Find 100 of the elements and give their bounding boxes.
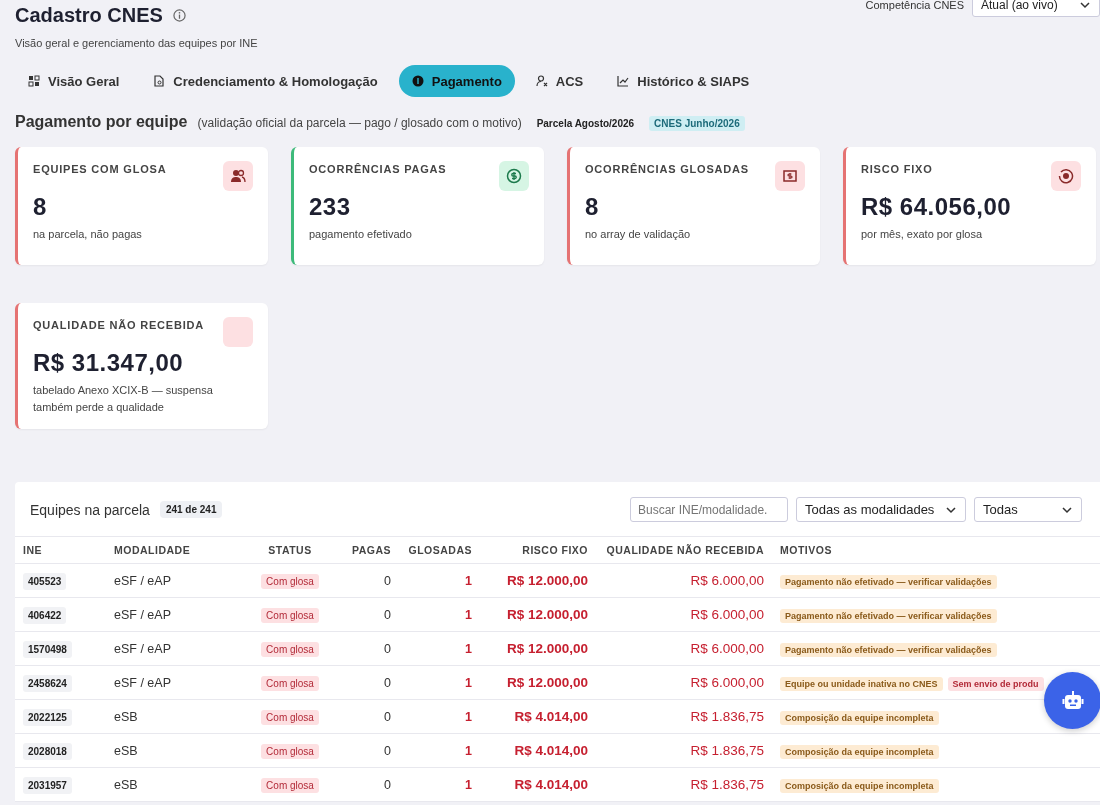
table-cell: eSF / eAP (106, 563, 242, 598)
period-badge: CNES Junho/2026 (649, 116, 745, 131)
page-title: Cadastro CNES (15, 4, 163, 27)
reason-tag: Pagamento não efetivado — verificar validações (780, 608, 997, 623)
status-tag: Com glosa (261, 607, 319, 623)
filter-select[interactable]: Todas (974, 497, 1082, 522)
table-cell: R$ 6.000,00 (596, 665, 772, 700)
table-cell: 0 (338, 563, 399, 598)
reason-tag: Pagamento não efetivado — verificar validações (780, 642, 997, 657)
table-cell: R$ 1.836,75 (596, 767, 772, 802)
table-cell: 1 (399, 563, 480, 598)
column-header: MODALIDADE (106, 537, 242, 564)
table-cell: eSF / eAP (106, 665, 242, 700)
grid-icon (28, 75, 40, 87)
card-label: RISCO FIXO (861, 163, 933, 175)
tab[interactable]: Credenciamento & Homologação (140, 65, 391, 97)
table-cell: 0 (338, 597, 399, 632)
table-cell: 0 (338, 665, 399, 700)
status-tag: Com glosa (261, 641, 319, 657)
table-cell: R$ 12.000,00 (480, 563, 596, 598)
document-icon (153, 75, 166, 87)
card-label: OCORRÊNCIAS PAGAS (309, 163, 447, 175)
line-chart-icon (617, 75, 630, 87)
column-header: QUALIDADE NÃO RECEBIDA (596, 537, 772, 564)
ine-code: 2028018 (23, 742, 72, 760)
reason-tag: Composição da equipe incompleta (780, 744, 939, 759)
card-value: R$ 64.056,00 (861, 193, 1013, 221)
column-header: GLOSADAS (399, 537, 480, 564)
table-cell: eSF / eAP (106, 631, 242, 666)
column-header: STATUS (242, 537, 338, 564)
filter-select[interactable]: Todas as modalidades (796, 497, 966, 522)
table-cell: R$ 6.000,00 (596, 631, 772, 666)
tab[interactable]: Histórico & SIAPS (604, 65, 763, 97)
search-field[interactable]: Buscar INE/modalidade. (630, 497, 788, 522)
table-cell: eSB (106, 733, 242, 768)
tab[interactable]: Visão Geral (15, 65, 133, 97)
tab[interactable]: ACS (522, 65, 597, 97)
table-cell: 1 (399, 597, 480, 632)
card-caption: na parcela, não pagas (33, 227, 143, 242)
chevron-icon (1079, 0, 1091, 11)
competencia-label: Competência CNES (865, 0, 964, 11)
reason-tag: Equipe ou unidade inativa no CNES (780, 676, 943, 691)
person-icon (535, 75, 548, 87)
ine-code: 406422 (23, 606, 67, 624)
ine-code: 2022125 (23, 708, 72, 726)
table-cell: 1 (399, 631, 480, 666)
dollar-icon (499, 161, 529, 191)
card-value: 8 (585, 193, 600, 221)
table-cell: 1 (399, 665, 480, 700)
status-tag: Com glosa (261, 777, 319, 793)
card-value: R$ 31.347,00 (33, 349, 185, 377)
card-caption: tabelado Anexo XCIX-B — suspensa também perde a qualidade (33, 383, 214, 415)
card-label: OCORRÊNCIAS GLOSADAS (585, 163, 749, 175)
card-caption: pagamento efetivado (309, 227, 413, 242)
status-tag: Com glosa (261, 675, 319, 691)
table-cell: 1 (399, 699, 480, 734)
table-cell: R$ 6.000,00 (596, 597, 772, 632)
table-cell: R$ 4.014,00 (480, 699, 596, 734)
reason-tag: Composição da equipe incompleta (780, 778, 939, 793)
reason-tag: Sem envio de produ (947, 676, 1044, 691)
ine-code: 2458624 (23, 674, 72, 692)
competencia-select[interactable]: Atual (ao vivo) (972, 0, 1100, 17)
table-cell: R$ 12.000,00 (480, 631, 596, 666)
reason-tag: Composição da equipe incompleta (780, 710, 939, 725)
column-header: RISCO FIXO (480, 537, 596, 564)
card-label: QUALIDADE NÃO RECEBIDA (33, 319, 204, 331)
card-value: 233 (309, 193, 352, 221)
ine-code: 1570498 (23, 640, 72, 658)
table-cell: R$ 4.014,00 (480, 767, 596, 802)
column-header: PAGAS (338, 537, 399, 564)
table-cell: R$ 12.000,00 (480, 597, 596, 632)
column-header: INE (15, 537, 106, 564)
banknote-icon (775, 161, 805, 191)
table-cell: 0 (338, 631, 399, 666)
card-caption: no array de validação (585, 227, 692, 242)
status-tag: Com glosa (261, 709, 319, 725)
section-note: (validação oficial da parcela — pago / glosado com o motivo) (197, 116, 522, 130)
status-tag: Com glosa (261, 573, 319, 589)
section-title: Pagamento por equipe (15, 113, 188, 131)
card-caption: por mês, exato por glosa (861, 227, 984, 242)
info-icon[interactable] (172, 9, 186, 22)
table-cell: R$ 12.000,00 (480, 665, 596, 700)
table-cell: R$ 4.014,00 (480, 733, 596, 768)
table-cell: eSB (106, 767, 242, 802)
people-icon (223, 161, 253, 191)
column-header: MOTIVOS (772, 537, 1100, 564)
table-cell: 1 (399, 767, 480, 802)
table-cell: eSF / eAP (106, 597, 242, 632)
table-cell: 0 (338, 767, 399, 802)
table-cell: eSB (106, 699, 242, 734)
table-cell: 1 (399, 733, 480, 768)
reason-tag: Pagamento não efetivado — verificar validações (780, 574, 997, 589)
period-label: Parcela Agosto/2026 (535, 117, 636, 131)
ine-code: 2031957 (23, 776, 72, 794)
table-cell: R$ 1.836,75 (596, 733, 772, 768)
card-value: 8 (33, 193, 48, 221)
tab[interactable]: Pagamento (398, 65, 515, 97)
table-cell: 0 (338, 699, 399, 734)
ine-code: 405523 (23, 572, 67, 590)
status-tag: Com glosa (261, 743, 319, 759)
